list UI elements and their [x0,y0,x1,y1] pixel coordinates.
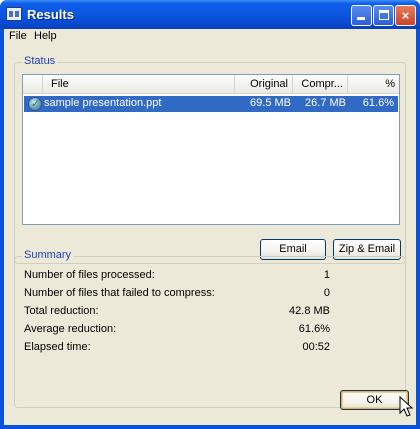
summary-value-average-reduction: 61.6% [298,323,330,335]
column-header-icon[interactable] [23,75,43,94]
summary-group: Summary Number of files processed: 1 Num… [14,249,406,408]
row-file-name: sample presentation.ppt [44,97,162,109]
summary-value-elapsed-time: 00:52 [302,341,330,353]
minimize-icon [357,17,365,20]
summary-value-total-reduction: 42.8 MB [289,305,330,317]
row-compressed-size: 26.7 MB [305,97,346,109]
summary-group-title: Summary [22,249,74,261]
maximize-button[interactable] [373,5,394,26]
minimize-button[interactable] [351,5,372,26]
status-group: Status File Original Compr... % sample p… [14,55,406,264]
column-header-file[interactable]: File [43,75,235,94]
close-icon: × [401,8,410,23]
menu-file[interactable]: File [9,30,27,42]
summary-value-files-failed: 0 [323,287,330,299]
row-original-size: 69.5 MB [250,97,291,109]
summary-value-files-processed: 1 [323,269,330,281]
summary-label-average-reduction: Average reduction: [24,323,117,335]
menu-help[interactable]: Help [34,30,57,42]
summary-label-files-processed: Number of files processed: [24,269,155,281]
close-button[interactable]: × [395,5,416,26]
summary-label-total-reduction: Total reduction: [24,305,99,317]
results-window: Results × File Help Status File Original… [0,0,420,429]
column-header-original[interactable]: Original [235,75,293,94]
summary-label-files-failed: Number of files that failed to compress: [24,287,215,299]
row-percent: 61.6% [362,97,394,109]
menu-bar: File Help [4,29,416,44]
table-row[interactable]: sample presentation.ppt 69.5 MB 26.7 MB … [24,96,398,112]
title-bar[interactable]: Results × [0,0,420,29]
results-list[interactable]: File Original Compr... % sample presenta… [22,74,400,225]
maximize-icon [379,10,389,20]
mouse-pointer-icon [399,396,414,417]
column-header-percent[interactable]: % [348,75,399,94]
status-group-title: Status [22,55,58,67]
window-title: Results [27,7,74,22]
window-client-area: File Help Status File Original Compr... … [4,29,416,425]
check-icon [28,97,42,111]
summary-label-elapsed-time: Elapsed time: [24,341,91,353]
list-header: File Original Compr... % [23,75,399,94]
column-header-compressed[interactable]: Compr... [293,75,348,94]
app-icon [6,7,22,21]
